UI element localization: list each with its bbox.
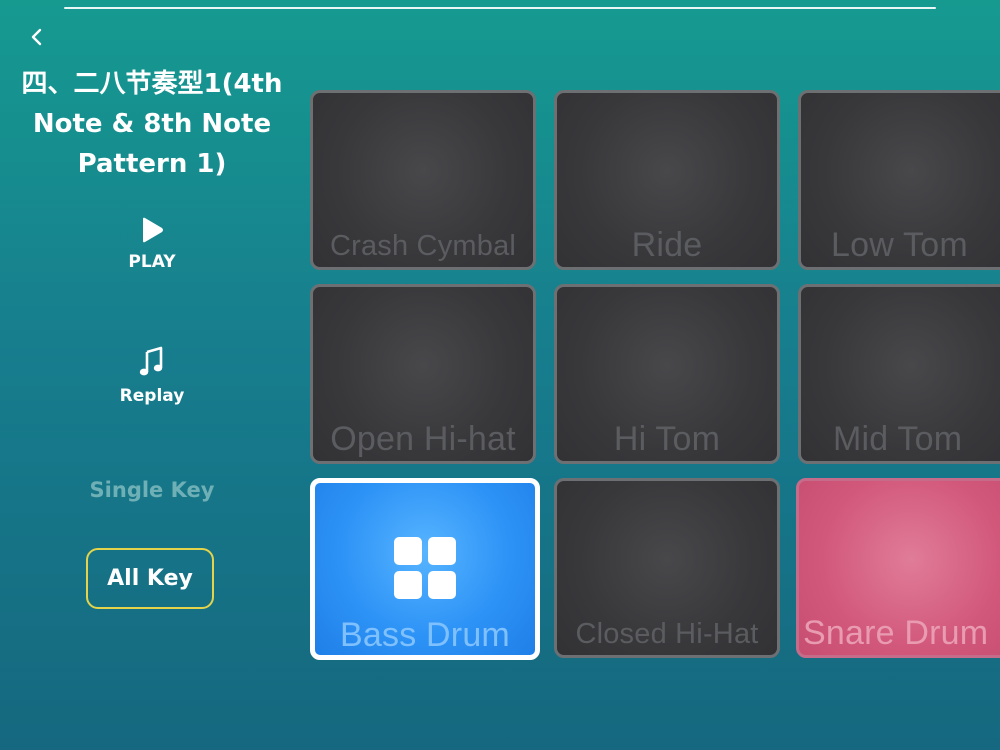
lesson-title-line: 四、二八节奏型1(4th bbox=[21, 69, 283, 99]
pad-label: Snare Drum bbox=[803, 614, 989, 652]
play-button[interactable]: PLAY bbox=[62, 216, 242, 272]
pad-label: Hi Tom bbox=[613, 420, 721, 458]
play-icon bbox=[143, 217, 163, 243]
pad-label: Crash Cymbal bbox=[329, 230, 517, 262]
grid-icon bbox=[394, 537, 456, 599]
pad-closed-hi-hat[interactable]: Closed Hi-Hat bbox=[554, 478, 780, 658]
pad-mid-tom[interactable]: Mid Tom bbox=[798, 284, 1000, 464]
top-divider bbox=[64, 7, 936, 9]
lesson-title: 四、二八节奏型1(4th Note & 8th Note Pattern 1) bbox=[0, 64, 304, 184]
music-note-icon bbox=[139, 346, 163, 376]
lesson-title-line: Note & 8th Note bbox=[32, 109, 272, 139]
replay-button[interactable]: Replay bbox=[62, 346, 242, 406]
pad-crash-cymbal[interactable]: Crash Cymbal bbox=[310, 90, 536, 270]
pad-label: Mid Tom bbox=[833, 420, 963, 458]
pad-hi-tom[interactable]: Hi Tom bbox=[554, 284, 780, 464]
pad-label: Closed Hi-Hat bbox=[575, 618, 759, 650]
single-key-toggle[interactable]: Single Key bbox=[62, 478, 242, 502]
pad-open-hi-hat[interactable]: Open Hi-hat bbox=[310, 284, 536, 464]
replay-label: Replay bbox=[119, 386, 185, 406]
pad-ride[interactable]: Ride bbox=[554, 90, 780, 270]
pad-label: Ride bbox=[631, 226, 703, 264]
lesson-title-line: Pattern 1) bbox=[77, 149, 227, 179]
drum-pad-grid: Crash Cymbal Ride Low Tom Open Hi-hat Hi… bbox=[310, 90, 1000, 660]
pad-low-tom[interactable]: Low Tom bbox=[798, 90, 1000, 270]
pad-label: Low Tom bbox=[831, 226, 968, 264]
back-button[interactable] bbox=[22, 22, 52, 52]
all-key-toggle[interactable]: All Key bbox=[86, 548, 214, 609]
pad-label: Bass Drum bbox=[340, 616, 510, 654]
pad-snare-drum[interactable]: Snare Drum bbox=[796, 478, 1000, 658]
pad-label: Open Hi-hat bbox=[330, 420, 516, 458]
chevron-left-icon bbox=[31, 28, 42, 46]
play-label: PLAY bbox=[128, 252, 176, 272]
pad-bass-drum[interactable]: Bass Drum bbox=[310, 478, 540, 660]
